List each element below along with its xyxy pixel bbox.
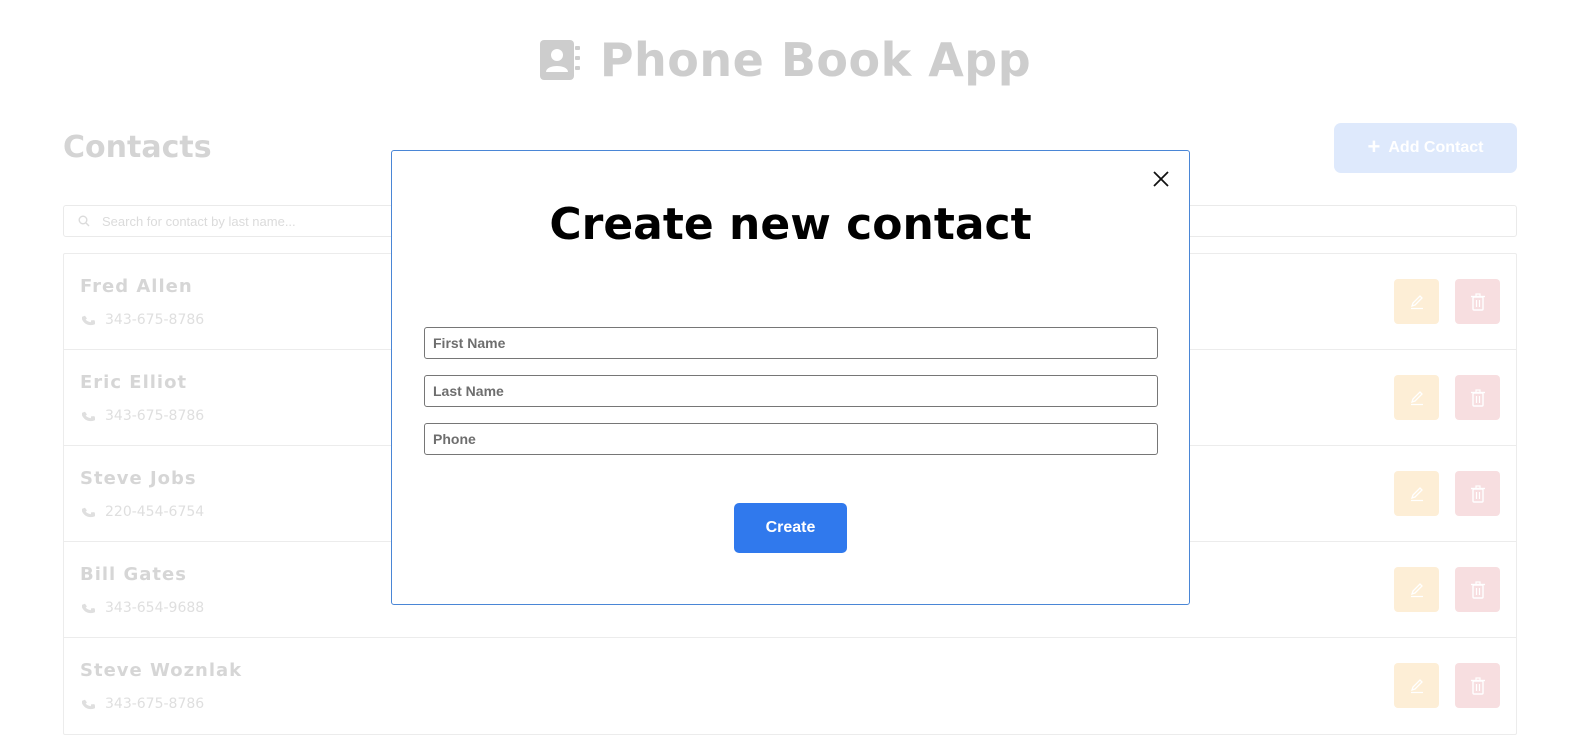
close-icon bbox=[1153, 171, 1169, 187]
create-button[interactable]: Create bbox=[734, 503, 847, 553]
last-name-field[interactable] bbox=[424, 375, 1158, 407]
modal-title: Create new contact bbox=[549, 199, 1032, 250]
create-contact-modal: Create new contact Create bbox=[391, 150, 1190, 605]
phone-field[interactable] bbox=[424, 423, 1158, 455]
close-button[interactable] bbox=[1149, 167, 1173, 191]
first-name-field[interactable] bbox=[424, 327, 1158, 359]
